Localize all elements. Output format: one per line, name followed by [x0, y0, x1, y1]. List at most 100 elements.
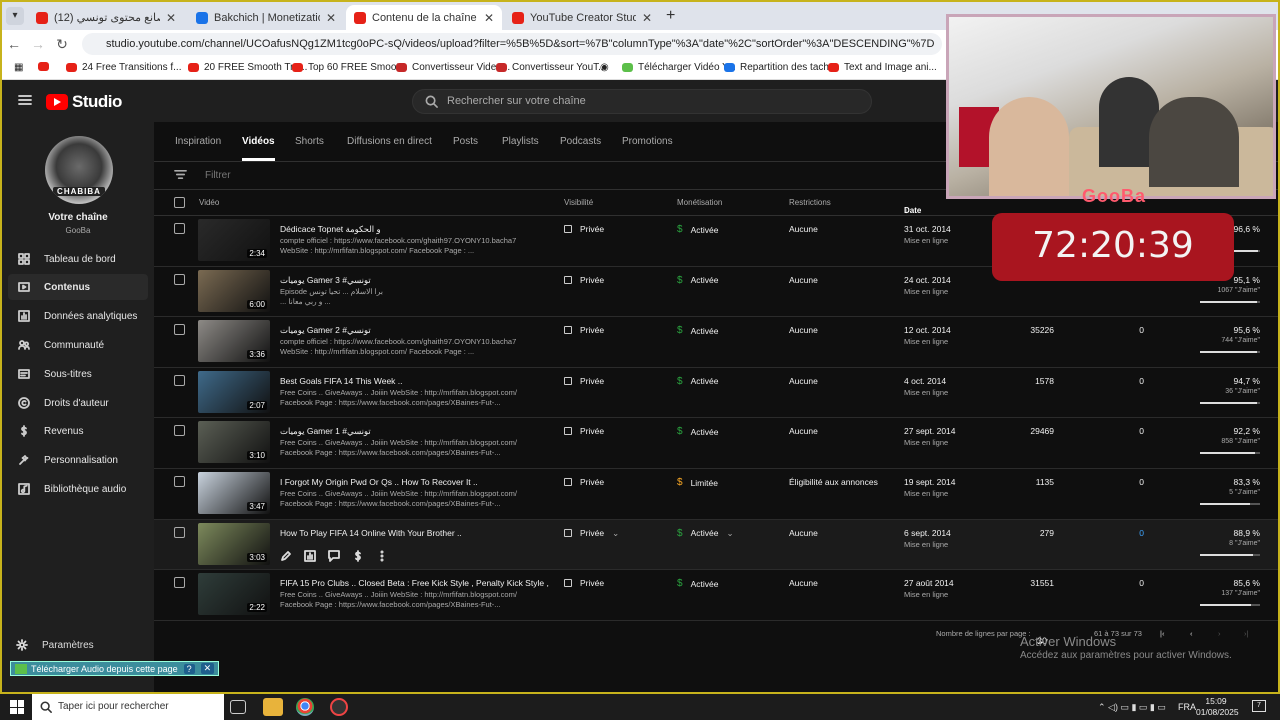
- bookmark-item[interactable]: Convertisseur Video...: [396, 62, 510, 73]
- bookmark-item[interactable]: 24 Free Transitions f...: [66, 62, 182, 73]
- task-view-icon[interactable]: [230, 700, 246, 714]
- close-icon[interactable]: ✕: [484, 11, 494, 25]
- select-all-checkbox[interactable]: [174, 197, 185, 208]
- tab-playlists[interactable]: Playlists: [502, 136, 539, 147]
- table-row[interactable]: 3:03 How To Play FIFA 14 Online With Your…: [154, 519, 1278, 571]
- video-thumbnail[interactable]: 3:03: [198, 522, 270, 565]
- obs-icon[interactable]: [330, 698, 348, 716]
- video-title[interactable]: يوميات Gamer 3 #تونسي: [280, 275, 550, 286]
- close-icon[interactable]: ✕: [326, 11, 336, 25]
- video-title[interactable]: يوميات Gamer 1 #تونسي: [280, 426, 550, 437]
- filter-icon[interactable]: [174, 168, 187, 181]
- bookmark-item[interactable]: 20 FREE Smooth Tra...: [188, 62, 307, 73]
- row-checkbox[interactable]: [174, 476, 185, 487]
- sidebar-item-settings[interactable]: Paramètres: [16, 639, 94, 651]
- search-input[interactable]: Rechercher sur votre chaîne: [412, 89, 872, 114]
- browser-tab[interactable]: (12) أول صانع محتوى تونسي... ✕: [28, 5, 184, 30]
- column-monetization[interactable]: Monétisation: [677, 198, 722, 207]
- sidebar-item-content[interactable]: Contenus: [8, 274, 148, 300]
- sidebar-item-earn[interactable]: Revenus: [8, 418, 148, 444]
- studio-logo[interactable]: Studio: [46, 92, 122, 112]
- row-checkbox[interactable]: [174, 324, 185, 336]
- reload-icon[interactable]: ↻: [50, 36, 74, 53]
- dollar-icon[interactable]: [352, 549, 364, 562]
- row-checkbox[interactable]: [174, 223, 185, 234]
- sidebar-item-dashboard[interactable]: Tableau de bord: [8, 246, 148, 272]
- video-thumbnail[interactable]: 3:47: [198, 472, 270, 514]
- column-restrictions[interactable]: Restrictions: [789, 198, 831, 207]
- video-thumbnail[interactable]: 2:34: [198, 219, 270, 261]
- analytics-icon[interactable]: [304, 549, 316, 562]
- tab-podcasts[interactable]: Podcasts: [560, 136, 601, 147]
- bookmark-youtube-icon[interactable]: [38, 62, 54, 71]
- close-icon[interactable]: ✕: [642, 11, 652, 25]
- tab-promotions[interactable]: Promotions: [622, 136, 673, 147]
- bookmark-item[interactable]: Convertisseur YouT...: [496, 62, 607, 73]
- more-options-icon[interactable]: [376, 550, 388, 562]
- last-page-icon[interactable]: ›|: [1244, 629, 1248, 638]
- column-visibility[interactable]: Visibilité: [564, 198, 593, 207]
- tab-live[interactable]: Diffusions en direct: [347, 136, 432, 147]
- sidebar-item-audio-library[interactable]: Bibliothèque audio: [8, 476, 148, 502]
- notification-icon[interactable]: 7: [1252, 700, 1266, 712]
- video-title[interactable]: How To Play FIFA 14 Online With Your Bro…: [280, 528, 550, 538]
- table-row[interactable]: 3:36 يوميات Gamer 2 #تونسي compte officiel…: [154, 317, 1278, 368]
- browser-tab[interactable]: Bakchich | Monetization for afr ✕: [188, 5, 344, 30]
- browser-tab-active[interactable]: Contenu de la chaîne - YouTube ✕: [346, 5, 502, 30]
- table-row[interactable]: 2:22 FIFA 15 Pro Clubs .. Closed Beta : F…: [154, 570, 1278, 621]
- forward-icon[interactable]: →: [26, 36, 50, 52]
- close-icon[interactable]: ✕: [200, 663, 215, 674]
- download-audio-bar[interactable]: Télécharger Audio depuis cette page? ✕: [10, 661, 220, 676]
- video-title[interactable]: I Forgot My Origin Pwd Or Qs .. How To R…: [280, 477, 550, 487]
- tab-inspiration[interactable]: Inspiration: [175, 136, 221, 147]
- video-thumbnail[interactable]: 3:10: [198, 421, 270, 464]
- bookmark-item[interactable]: Text and Image ani...: [828, 62, 937, 73]
- video-thumbnail[interactable]: 3:36: [198, 320, 270, 363]
- language-indicator[interactable]: FRA: [1178, 702, 1196, 712]
- video-thumbnail[interactable]: 6:00: [198, 269, 270, 312]
- prev-page-icon[interactable]: ‹: [1190, 629, 1193, 638]
- visibility-cell[interactable]: Privée ⌄: [564, 528, 619, 539]
- video-thumbnail[interactable]: 2:07: [198, 370, 270, 413]
- row-checkbox[interactable]: [174, 526, 185, 538]
- table-row[interactable]: 3:47 I Forgot My Origin Pwd Or Qs .. How …: [154, 469, 1278, 520]
- row-checkbox[interactable]: [174, 425, 185, 437]
- system-tray[interactable]: ⌃ ◁) ▭ ▮ ▭ ▮ ▭: [1098, 702, 1166, 713]
- row-checkbox[interactable]: [174, 273, 185, 285]
- sidebar-item-analytics[interactable]: Données analytiques: [8, 303, 148, 329]
- tab-videos[interactable]: Vidéos: [242, 136, 275, 161]
- video-title[interactable]: يوميات Gamer 2 #تونسي: [280, 325, 550, 336]
- table-row[interactable]: 3:10 يوميات Gamer 1 #تونسي Free Coins .. G…: [154, 418, 1278, 469]
- windows-start-icon[interactable]: [10, 700, 24, 714]
- monetization-cell[interactable]: $ Activée ⌄: [677, 528, 734, 539]
- new-tab-button[interactable]: +: [666, 7, 675, 25]
- globe-icon[interactable]: ◉: [600, 62, 609, 73]
- first-page-icon[interactable]: |‹: [1160, 629, 1164, 638]
- video-title[interactable]: Best Goals FIFA 14 This Week ..: [280, 376, 550, 386]
- tab-search-button[interactable]: ▾: [6, 7, 24, 25]
- comments-icon[interactable]: [328, 549, 340, 562]
- close-icon[interactable]: ✕: [166, 11, 176, 25]
- bookmark-item[interactable]: Télécharger Vidéo Y...: [622, 62, 736, 73]
- apps-icon[interactable]: ▦: [14, 62, 23, 73]
- tab-shorts[interactable]: Shorts: [295, 136, 324, 147]
- sidebar-item-subtitles[interactable]: Sous-titres: [8, 361, 148, 387]
- browser-tab[interactable]: YouTube Creator Studio ✕: [504, 5, 660, 30]
- row-checkbox[interactable]: [174, 374, 185, 386]
- chrome-icon[interactable]: [296, 698, 314, 716]
- table-row[interactable]: 2:07 Best Goals FIFA 14 This Week .. Free …: [154, 368, 1278, 419]
- address-bar[interactable]: studio.youtube.com/channel/UCOafusNQg1ZM…: [82, 33, 942, 55]
- video-title[interactable]: Dédicace Topnet و الحكومة: [280, 224, 550, 235]
- avatar[interactable]: CHABIBA: [45, 136, 113, 204]
- tab-posts[interactable]: Posts: [453, 136, 478, 147]
- file-explorer-icon[interactable]: [263, 698, 283, 716]
- next-page-icon[interactable]: ›: [1218, 629, 1221, 638]
- edit-icon[interactable]: [280, 550, 292, 562]
- sidebar-item-copyright[interactable]: Droits d'auteur: [8, 390, 148, 416]
- comments-cell[interactable]: 0: [1114, 528, 1144, 538]
- video-title[interactable]: FIFA 15 Pro Clubs .. Closed Beta : Free …: [280, 578, 550, 588]
- sidebar-item-community[interactable]: Communauté: [8, 332, 148, 358]
- sidebar-item-customization[interactable]: Personnalisation: [8, 447, 148, 473]
- video-thumbnail[interactable]: 2:22: [198, 573, 270, 616]
- menu-icon[interactable]: [18, 93, 32, 107]
